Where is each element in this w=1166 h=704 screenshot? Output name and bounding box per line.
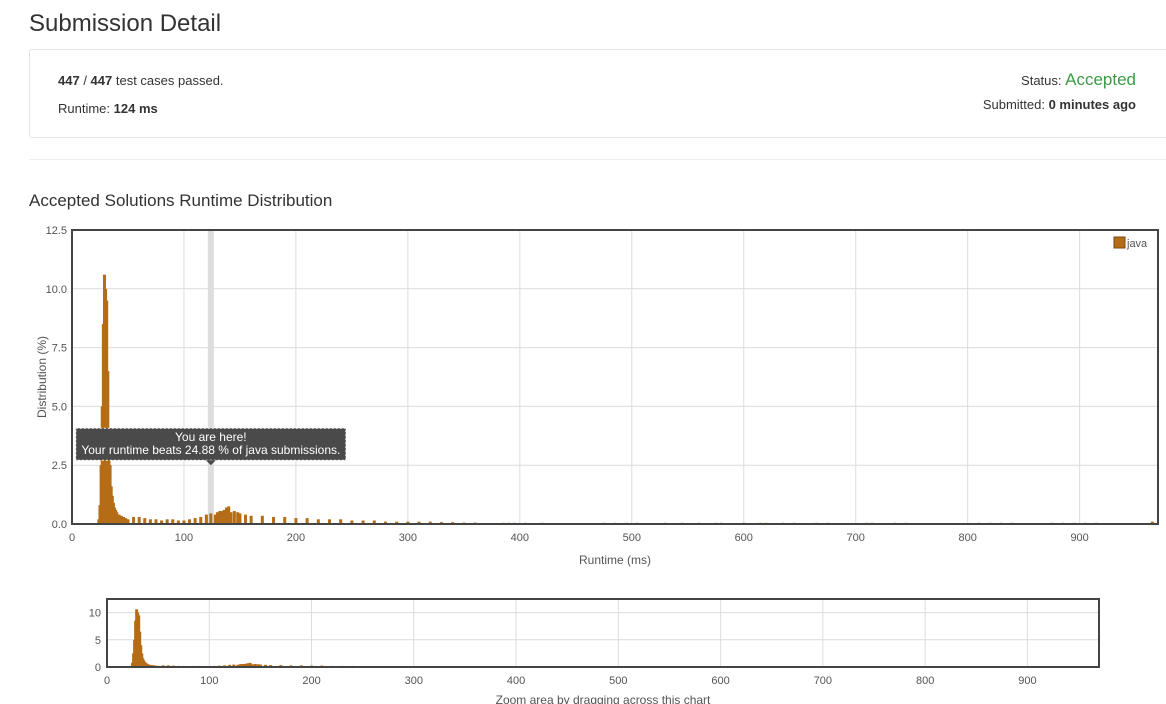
x-axis-label: Runtime (ms) [579, 553, 651, 567]
test-cases-row: 447 / 447 test cases passed. [58, 74, 224, 102]
runtime-value: 124 ms [113, 101, 158, 116]
total-count: 447 [90, 73, 113, 88]
bar [229, 512, 233, 524]
y-tick-label: 12.5 [46, 225, 67, 237]
runtime-label: Runtime: [58, 101, 114, 116]
overview-y-tick-labels: 0 5 10 [89, 608, 101, 674]
passed-suffix: test cases passed. [112, 73, 224, 88]
zoom-caption: Zoom area by dragging across this chart [496, 693, 711, 704]
status-label: Status: [1021, 73, 1066, 88]
submitted-row: Submitted: 0 minutes ago [983, 98, 1136, 112]
submission-summary-panel: 447 / 447 test cases passed. Runtime: 12… [29, 49, 1166, 138]
chart-legend[interactable]: java [1113, 236, 1148, 250]
y-tick-label: 5.0 [52, 401, 67, 413]
y-tick-label: 10.0 [46, 284, 67, 296]
legend-swatch-java [1113, 236, 1126, 249]
overview-x-tick-label: 900 [1018, 675, 1036, 687]
passed-count: 447 [58, 73, 80, 88]
overview-plot-frame [106, 598, 1100, 668]
bar [283, 516, 287, 524]
x-tick-label: 400 [511, 532, 529, 544]
submitted-label: Submitted: [982, 97, 1049, 112]
x-tick-label: 200 [287, 532, 305, 544]
x-tick-label: 600 [735, 532, 753, 544]
bar [260, 515, 264, 524]
runtime-row: Runtime: 124 ms [58, 102, 224, 130]
y-tick-label: 0.0 [52, 519, 67, 531]
overview-x-tick-labels: 0 100 200 300 400 500 600 700 800 900 [104, 675, 1037, 687]
x-tick-label: 700 [847, 532, 865, 544]
main-x-tick-labels: 0 100 200 300 400 500 600 700 800 900 [69, 532, 1089, 544]
bar [238, 513, 242, 524]
page-title: Submission Detail [29, 10, 222, 37]
tooltip-text: Your runtime beats 24.88 % of java submi… [81, 443, 340, 457]
y-axis-label: Distribution (%) [35, 336, 49, 418]
status-row: Status: Accepted [983, 70, 1136, 98]
tooltip-arrow [205, 460, 216, 466]
overview-y-tick-label: 5 [95, 635, 101, 647]
x-tick-label: 900 [1070, 532, 1088, 544]
x-tick-label: 0 [69, 532, 75, 544]
bar [199, 516, 203, 524]
bar [232, 511, 236, 524]
overview-y-tick-label: 10 [89, 608, 101, 620]
overview-x-tick-label: 500 [609, 675, 627, 687]
bar [132, 516, 136, 524]
overview-y-tick-label: 0 [95, 662, 101, 674]
bar [249, 515, 253, 524]
overview-x-tick-label: 0 [104, 675, 110, 687]
status-summary: Status: Accepted Submitted: 0 minutes ag… [983, 70, 1136, 112]
count-separator: / [79, 73, 91, 88]
main-gridlines [72, 229, 1158, 525]
bar [244, 514, 248, 524]
bar [137, 516, 141, 524]
overview-x-tick-label: 700 [814, 675, 832, 687]
x-tick-label: 500 [623, 532, 641, 544]
overview-x-tick-label: 600 [711, 675, 729, 687]
submitted-value: 0 minutes ago [1048, 97, 1136, 112]
x-tick-label: 800 [958, 532, 976, 544]
main-plot-frame [71, 229, 1159, 525]
chart-section-title: Accepted Solutions Runtime Distribution [29, 191, 333, 210]
result-summary: 447 / 447 test cases passed. Runtime: 12… [58, 74, 224, 130]
overview-gridlines [107, 599, 1099, 668]
overview-x-tick-label: 300 [405, 675, 423, 687]
section-divider [29, 159, 1166, 160]
overview-x-tick-label: 100 [200, 675, 218, 687]
bar [272, 516, 276, 524]
x-tick-label: 100 [175, 532, 193, 544]
overview-x-tick-label: 800 [916, 675, 934, 687]
x-tick-label: 300 [399, 532, 417, 544]
runtime-distribution-chart[interactable]: 0 100 200 300 400 500 600 700 800 900 0.0 2.5 5.0 7.… [0, 220, 1166, 580]
tooltip-title: You are here! [175, 430, 247, 444]
legend-label-java: java [1126, 238, 1148, 250]
y-tick-label: 7.5 [52, 343, 67, 355]
current-runtime-highlight [207, 230, 214, 524]
main-bars [97, 274, 1154, 524]
overview-bars [130, 609, 1096, 668]
zoom-overview-chart[interactable]: 0 100 200 300 400 500 600 700 800 900 0 5 10 Zoom a… [0, 590, 1166, 704]
y-tick-label: 2.5 [52, 460, 67, 472]
overview-x-tick-label: 200 [302, 675, 320, 687]
bar [204, 514, 208, 524]
status-value[interactable]: Accepted [1065, 70, 1136, 89]
runtime-tooltip: You are here! Your runtime beats 24.88 %… [75, 427, 347, 466]
bar [209, 513, 213, 524]
overview-x-tick-label: 400 [507, 675, 525, 687]
